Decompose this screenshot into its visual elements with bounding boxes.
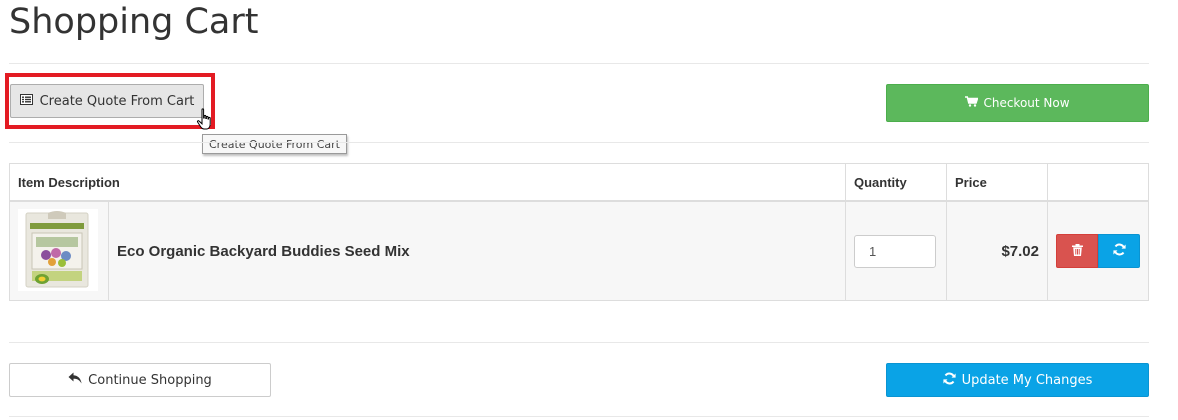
- checkout-button[interactable]: Checkout Now: [886, 84, 1149, 122]
- table-header-row: Item Description Quantity Price: [9, 163, 1149, 202]
- hand-pointer-cursor: [196, 108, 216, 132]
- shopping-cart-icon: [965, 96, 979, 110]
- continue-shopping-button[interactable]: Continue Shopping: [9, 363, 271, 397]
- divider: [9, 342, 1149, 343]
- actions-cell: [1047, 200, 1149, 301]
- trash-icon: [1071, 243, 1083, 259]
- create-quote-button[interactable]: Create Quote From Cart: [10, 84, 204, 118]
- table-row: Eco Organic Backyard Buddies Seed Mix 1 …: [9, 200, 1149, 301]
- page-title: Shopping Cart: [9, 2, 259, 42]
- update-item-button[interactable]: [1098, 234, 1140, 268]
- quantity-cell: 1: [845, 200, 947, 301]
- product-thumbnail[interactable]: [18, 208, 100, 294]
- refresh-icon: [1112, 243, 1126, 259]
- column-header-price: Price: [946, 163, 1048, 202]
- checkout-label: Checkout Now: [983, 96, 1070, 110]
- tooltip: Create Quote From Cart: [202, 134, 347, 154]
- reply-arrow-icon: [68, 372, 82, 388]
- create-quote-label: Create Quote From Cart: [39, 93, 195, 109]
- column-header-item-description: Item Description: [9, 163, 846, 202]
- item-description[interactable]: Eco Organic Backyard Buddies Seed Mix: [108, 200, 846, 301]
- list-alt-icon: [19, 93, 33, 109]
- column-header-actions: [1047, 163, 1149, 202]
- column-header-quantity: Quantity: [845, 163, 947, 202]
- refresh-icon: [942, 372, 956, 389]
- cart-table: Item Description Quantity Price Eco Orga…: [9, 163, 1149, 301]
- divider: [9, 416, 1149, 417]
- divider: [9, 142, 1149, 143]
- quantity-input[interactable]: 1: [854, 234, 936, 268]
- update-my-changes-button[interactable]: Update My Changes: [886, 363, 1149, 397]
- update-my-changes-label: Update My Changes: [961, 372, 1093, 388]
- divider: [9, 63, 1149, 64]
- thumbnail-cell: [9, 200, 109, 301]
- item-price: $7.02: [946, 200, 1048, 301]
- delete-item-button[interactable]: [1056, 234, 1098, 268]
- continue-shopping-label: Continue Shopping: [88, 372, 212, 388]
